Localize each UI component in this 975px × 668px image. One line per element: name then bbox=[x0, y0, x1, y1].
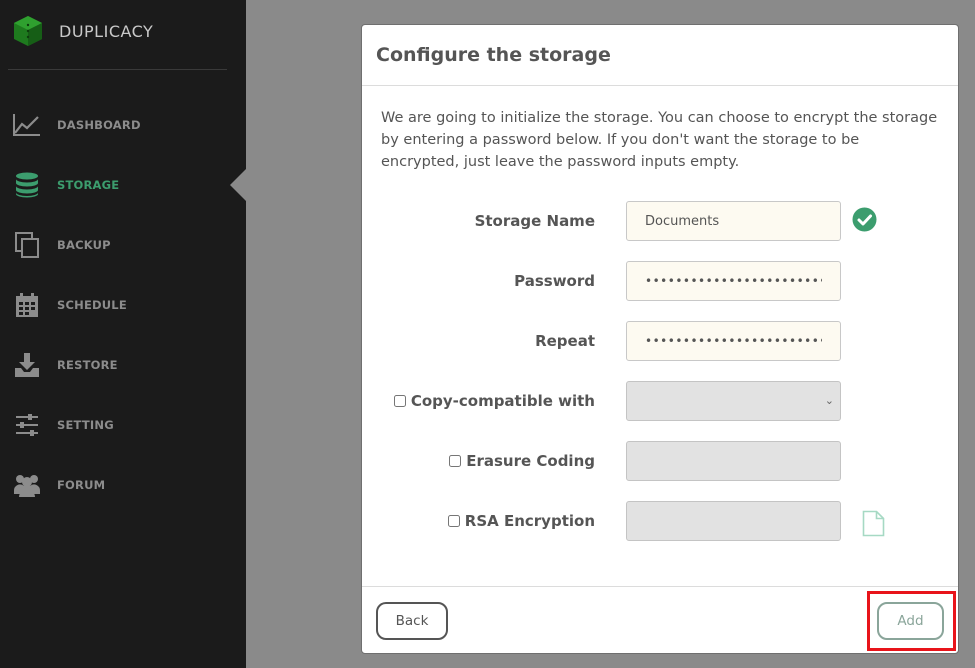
copy-compatible-label: Copy-compatible with bbox=[410, 392, 595, 410]
rsa-encryption-checkbox[interactable] bbox=[447, 515, 460, 527]
database-icon bbox=[12, 170, 42, 200]
copy-compatible-checkbox[interactable] bbox=[393, 395, 406, 407]
download-tray-icon bbox=[12, 350, 42, 380]
line-chart-icon bbox=[12, 110, 42, 140]
password-input[interactable] bbox=[626, 261, 841, 301]
erasure-coding-checkbox[interactable] bbox=[449, 455, 462, 467]
repeat-password-input[interactable] bbox=[626, 321, 841, 361]
copy-compatible-row-label: Copy-compatible with bbox=[393, 381, 595, 421]
repeat-password-label: Repeat bbox=[535, 332, 595, 350]
dialog-footer: Back Add bbox=[362, 586, 958, 653]
copy-compatible-select[interactable]: ⌄ bbox=[626, 381, 841, 421]
sidebar-item-schedule[interactable]: SCHEDULE bbox=[12, 290, 127, 320]
chevron-down-icon: ⌄ bbox=[824, 394, 834, 407]
duplicacy-cube-logo-icon bbox=[14, 16, 42, 46]
sidebar-item-label: BACKUP bbox=[57, 238, 111, 252]
sidebar: DUPLICACY DASHBOARD STORAGE BACKUP SCHED… bbox=[0, 0, 246, 668]
sidebar-item-label: SETTING bbox=[57, 418, 114, 432]
sidebar-item-label: SCHEDULE bbox=[57, 298, 127, 312]
sidebar-item-forum[interactable]: FORUM bbox=[12, 470, 105, 500]
password-label: Password bbox=[514, 272, 595, 290]
dialog-intro-text: We are going to initialize the storage. … bbox=[381, 110, 938, 170]
check-circle-icon bbox=[852, 207, 877, 232]
storage-name-label: Storage Name bbox=[474, 212, 595, 230]
active-nav-caret bbox=[230, 169, 246, 201]
rsa-encryption-row-label: RSA Encryption bbox=[447, 501, 595, 541]
file-icon[interactable] bbox=[862, 510, 885, 537]
storage-name-input[interactable] bbox=[626, 201, 841, 241]
sidebar-item-label: STORAGE bbox=[57, 178, 120, 192]
add-button[interactable]: Add bbox=[877, 602, 944, 640]
sidebar-item-setting[interactable]: SETTING bbox=[12, 410, 114, 440]
rsa-encryption-label: RSA Encryption bbox=[464, 512, 595, 530]
brand-divider bbox=[8, 69, 227, 70]
users-icon bbox=[12, 470, 42, 500]
brand-name: DUPLICACY bbox=[59, 21, 154, 41]
erasure-coding-label: Erasure Coding bbox=[466, 452, 595, 470]
sidebar-item-label: FORUM bbox=[57, 478, 106, 492]
rsa-encryption-input[interactable] bbox=[626, 501, 841, 541]
back-button[interactable]: Back bbox=[376, 602, 448, 640]
dialog-title: Configure the storage bbox=[376, 44, 611, 66]
sidebar-item-storage[interactable]: STORAGE bbox=[12, 170, 119, 200]
erasure-coding-row-label: Erasure Coding bbox=[449, 441, 595, 481]
erasure-coding-input[interactable] bbox=[626, 441, 841, 481]
sidebar-item-label: DASHBOARD bbox=[57, 118, 141, 132]
configure-storage-dialog: Configure the storage We are going to in… bbox=[361, 24, 959, 654]
sidebar-item-dashboard[interactable]: DASHBOARD bbox=[12, 110, 141, 140]
sidebar-item-label: RESTORE bbox=[57, 358, 118, 372]
copy-icon bbox=[12, 230, 42, 260]
dialog-header: Configure the storage bbox=[362, 25, 958, 86]
brand: DUPLICACY bbox=[12, 14, 153, 48]
sliders-icon bbox=[12, 410, 42, 440]
sidebar-item-restore[interactable]: RESTORE bbox=[12, 350, 118, 380]
calendar-icon bbox=[12, 290, 42, 320]
sidebar-item-backup[interactable]: BACKUP bbox=[12, 230, 111, 260]
